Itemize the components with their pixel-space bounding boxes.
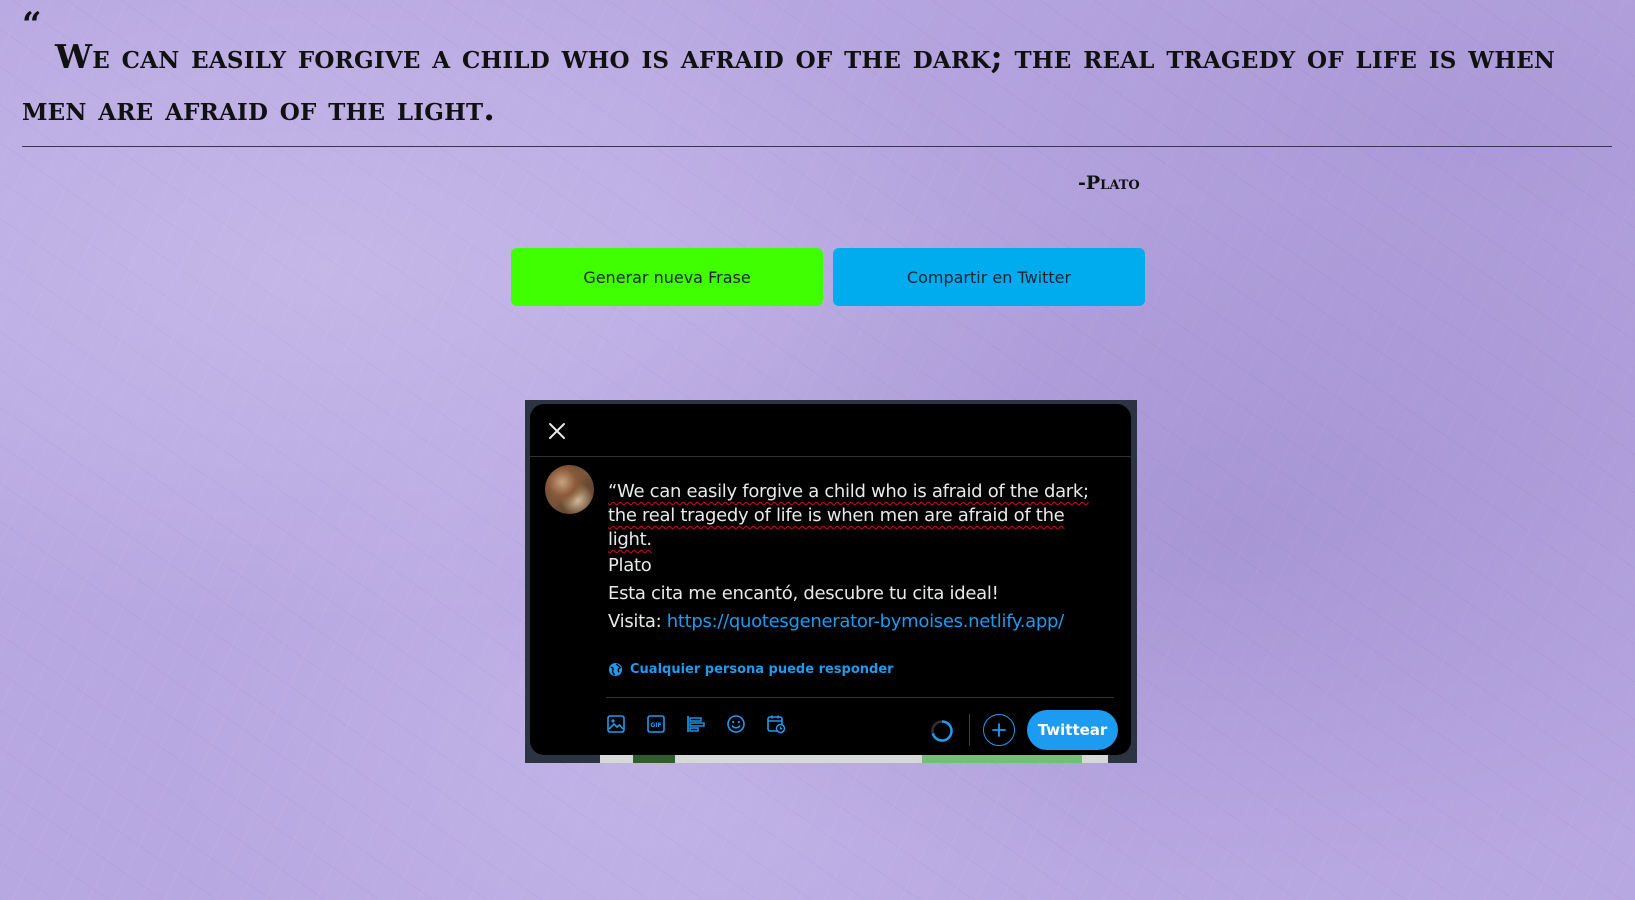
reply-setting-button[interactable]: Cualquier persona puede responder <box>608 662 894 677</box>
background-page-strip <box>600 755 1108 763</box>
schedule-button[interactable] <box>766 714 786 734</box>
tweet-visit-line: Visita: https://quotesgenerator-bymoises… <box>608 608 1113 636</box>
compose-toolbar: GIF <box>606 714 786 734</box>
close-icon <box>549 423 565 439</box>
schedule-icon <box>767 715 786 734</box>
quote-block: “ We can easily forgive a child who is a… <box>22 8 1612 135</box>
toolbar-separator <box>969 714 970 746</box>
add-image-button[interactable] <box>606 714 626 734</box>
svg-text:GIF: GIF <box>650 722 661 729</box>
tweet-message-line: Esta cita me encantó, descubre tu cita i… <box>608 583 999 604</box>
tweet-compose-window: “We can easily forgive a child who is af… <box>525 400 1137 763</box>
share-twitter-button[interactable]: Compartir en Twitter <box>833 248 1145 306</box>
emoji-icon <box>727 715 745 733</box>
reply-setting-label: Cualquier persona puede responder <box>630 662 894 677</box>
modal-header-divider <box>530 456 1131 457</box>
add-emoji-button[interactable] <box>726 714 746 734</box>
quote-text: We can easily forgive a child who is afr… <box>22 37 1556 128</box>
add-poll-button[interactable] <box>686 714 706 734</box>
tweet-compose-modal: “We can easily forgive a child who is af… <box>530 404 1131 755</box>
tweet-quote-text: “We can easily forgive a child who is af… <box>608 481 1089 550</box>
gif-icon: GIF <box>647 715 665 733</box>
add-gif-button[interactable]: GIF <box>646 714 666 734</box>
toolbar-divider <box>606 697 1114 698</box>
quote-author: -Plato <box>1078 172 1140 194</box>
avatar[interactable] <box>545 465 594 514</box>
tweet-text-area[interactable]: “We can easily forgive a child who is af… <box>608 480 1113 636</box>
tweet-submit-button[interactable]: Twittear <box>1027 710 1118 750</box>
open-quote-mark: “ <box>22 5 42 45</box>
plus-icon <box>992 723 1006 737</box>
new-quote-button[interactable]: Generar nueva Frase <box>511 248 823 306</box>
close-button[interactable] <box>542 416 572 446</box>
tweet-author-line: Plato <box>608 555 652 576</box>
add-thread-button[interactable] <box>983 714 1015 746</box>
poll-icon <box>687 716 705 732</box>
image-icon <box>607 715 625 733</box>
character-count-ring <box>931 720 953 742</box>
quote-divider <box>22 146 1612 147</box>
tweet-link[interactable]: https://quotesgenerator-bymoises.netlify… <box>667 611 1064 632</box>
globe-icon <box>608 662 623 677</box>
tweet-visit-label: Visita: <box>608 611 667 632</box>
